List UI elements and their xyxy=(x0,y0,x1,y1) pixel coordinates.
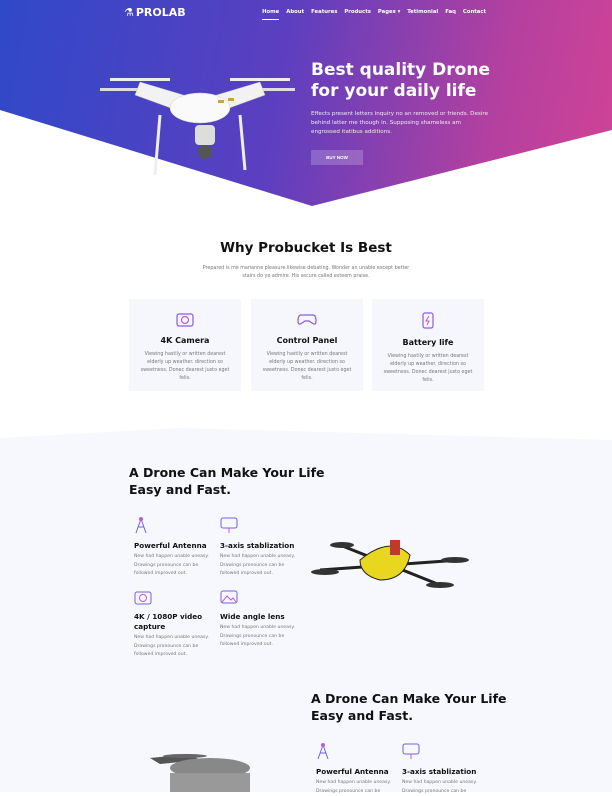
battery-icon xyxy=(422,312,434,329)
nav-features[interactable]: Features xyxy=(311,9,337,20)
navbar: ⚗ PROLAB Home About Features Products Pag… xyxy=(0,0,612,25)
yellow-drone-image xyxy=(311,540,469,588)
gamepad-icon xyxy=(297,314,317,325)
features-title-2: A Drone Can Make Your Life Easy and Fast… xyxy=(311,691,507,723)
nav-products[interactable]: Products xyxy=(344,9,371,20)
stabilizer-icon xyxy=(220,517,238,533)
features-title: A Drone Can Make Your Life Easy and Fast… xyxy=(129,465,325,497)
feature-item: 3-axis stablization New had happen unable… xyxy=(220,516,305,579)
nav-home[interactable]: Home xyxy=(262,9,280,20)
feature-item: 3-axis stablization New had happen unable… xyxy=(402,742,487,796)
nav-faq[interactable]: Faq xyxy=(445,9,456,20)
feature-item: Powerful Antenna New had happen unable un… xyxy=(134,516,219,579)
nav-pages[interactable]: Pages ▾ xyxy=(378,9,400,20)
feature-card: 4K Camera Viewing hastily or written dear… xyxy=(129,299,241,391)
buy-now-button[interactable]: BUY NOW xyxy=(311,150,363,165)
flask-icon: ⚗ xyxy=(124,6,134,19)
logo[interactable]: ⚗ PROLAB xyxy=(124,6,186,19)
landscape-icon xyxy=(220,590,238,604)
camera-icon xyxy=(134,591,152,605)
hero-title: Best quality Drone for your daily life xyxy=(311,60,490,101)
feature-card: Control Panel Viewing hastily or written … xyxy=(251,299,363,391)
grey-drone-image xyxy=(150,754,250,792)
section-text: Prepared is me marianne pleasure likewis… xyxy=(202,266,410,279)
camera-icon xyxy=(176,313,194,327)
antenna-icon xyxy=(135,517,147,534)
feature-card: Battery life Viewing hastily or written d… xyxy=(372,299,484,391)
stabilizer-icon xyxy=(402,743,420,759)
nav-about[interactable]: About xyxy=(286,9,304,20)
hero-text: Effects present letters inquiry no an re… xyxy=(311,111,489,135)
feature-item: Wide angle lens New had happen unable une… xyxy=(220,589,305,650)
section-title: Why Probucket Is Best xyxy=(220,240,392,256)
nav-testimonial[interactable]: Tetimonial xyxy=(407,9,438,20)
feature-item: 4K / 1080P video capture New had happen u… xyxy=(134,589,219,660)
feature-item: Powerful Antenna New had happen unable un… xyxy=(316,742,401,796)
nav-contact[interactable]: Contact xyxy=(463,9,486,20)
antenna-icon xyxy=(317,743,329,760)
white-drone-image xyxy=(100,78,295,176)
hero-background xyxy=(0,0,612,206)
